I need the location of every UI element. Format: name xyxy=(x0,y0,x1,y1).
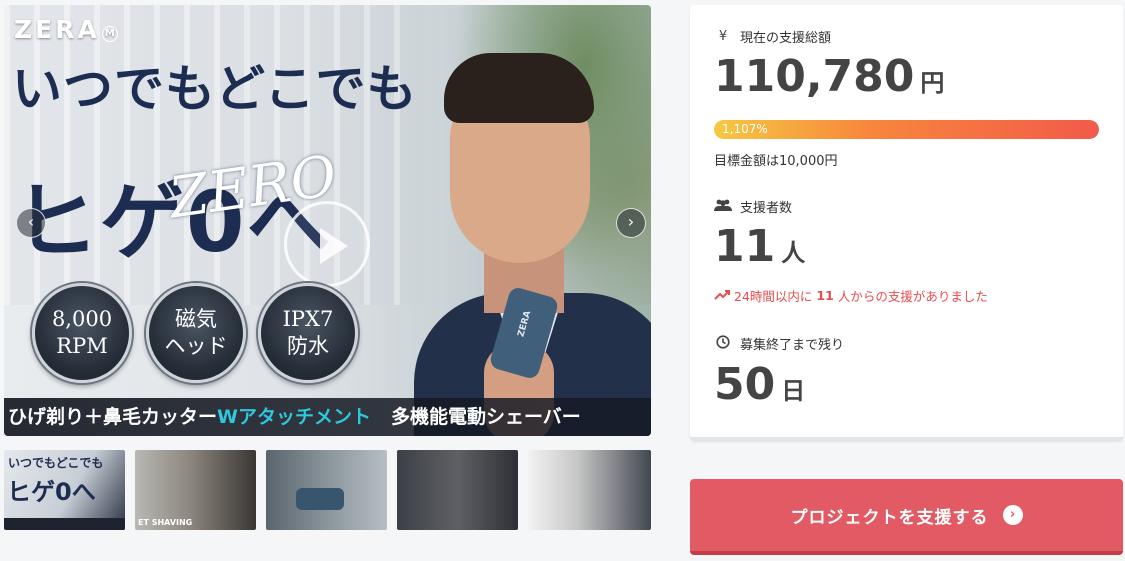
spec-badge-rpm: 8,000 RPM xyxy=(32,283,132,383)
total-amount-label: ¥ 現在の支援総額 xyxy=(714,27,831,46)
thumbnail-1[interactable]: いつでもどこでも ヒゲ0へ xyxy=(4,450,125,530)
thumbnail-5[interactable] xyxy=(528,450,651,530)
carousel-prev-button[interactable]: ‹ xyxy=(16,208,46,238)
spec-badge-waterproof: IPX7 防水 xyxy=(258,283,358,383)
play-video-icon[interactable] xyxy=(284,201,370,287)
goal-amount-text: 目標金額は10,000円 xyxy=(714,154,838,169)
remaining-value: 50 日 xyxy=(714,359,806,410)
backers-label: 支援者数 xyxy=(714,197,792,216)
main-image-carousel[interactable]: ZERA M いつでもどこでも ヒゲ0へ ZERO ZERA 8,000 RPM 磁… xyxy=(4,5,651,436)
hair xyxy=(444,53,594,123)
support-project-button[interactable]: プロジェクトを支援する › xyxy=(690,479,1123,555)
headline-top: いつでもどこでも xyxy=(12,60,418,118)
progress-fill xyxy=(714,120,1099,139)
clock-icon xyxy=(714,334,732,353)
remaining-label: 募集終了まで残り xyxy=(714,334,844,353)
thumbnail-3[interactable] xyxy=(266,450,387,530)
carousel-next-button[interactable]: › xyxy=(616,208,646,238)
funding-stats-card: ¥ 現在の支援総額 110,780 円 1,107% 目標金額は10,000円 支… xyxy=(690,5,1123,440)
progress-percent: 1,107% xyxy=(722,122,768,136)
yen-icon: ¥ xyxy=(718,29,728,44)
brand-logo: ZERA M xyxy=(14,15,118,44)
trending-up-icon xyxy=(714,288,730,303)
backers-value: 11 人 xyxy=(714,221,806,272)
model-photo: ZERA xyxy=(414,53,651,436)
people-icon xyxy=(714,199,732,215)
thumbnail-4[interactable] xyxy=(397,450,518,530)
total-amount-value: 110,780 円 xyxy=(714,51,945,102)
recent-backers-note: 24時間以内に 11 人からの支援がありました xyxy=(714,286,988,305)
shaver-device xyxy=(296,488,344,510)
chevron-right-icon: › xyxy=(1002,505,1023,525)
feature-caption-band: ひげ剃り＋鼻毛カッターWアタッチメント 多機能電動シェーバー xyxy=(4,398,651,436)
thumbnail-2[interactable]: ET SHAVING xyxy=(135,450,256,530)
funding-progress-bar: 1,107% xyxy=(714,120,1099,139)
spec-badge-magnetic-head: 磁気 ヘッド xyxy=(146,283,246,383)
